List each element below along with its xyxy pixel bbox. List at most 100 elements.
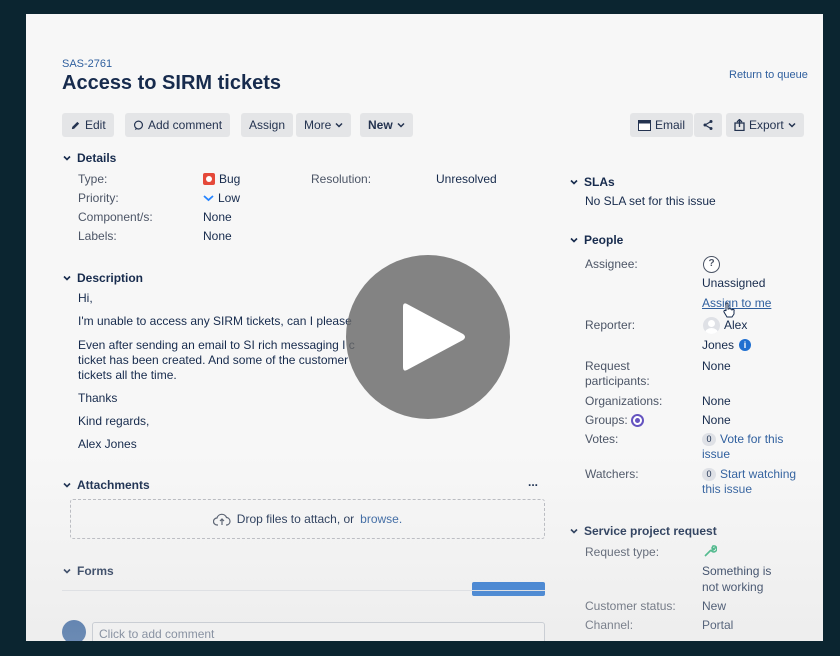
request-type-value-line1[interactable]: Something is — [702, 564, 771, 578]
reporter-avatar — [703, 317, 720, 334]
chevron-down-icon — [63, 568, 71, 574]
priority-low-icon — [203, 195, 214, 202]
chevron-down-icon — [570, 528, 578, 534]
edit-button[interactable]: Edit — [62, 113, 114, 137]
email-button[interactable]: Email — [630, 113, 694, 137]
description-line: Kind regards, — [78, 414, 150, 428]
export-button[interactable]: Export — [726, 113, 804, 137]
participants-label-line2: participants: — [585, 374, 650, 388]
start-watching-link-continued[interactable]: this issue — [702, 482, 752, 496]
chevron-down-icon — [570, 237, 578, 243]
forms-toggle[interactable]: Forms — [63, 564, 114, 578]
issue-view: SAS-2761 Access to SIRM tickets Return t… — [26, 14, 823, 641]
votes-row: 0 Vote for this — [702, 432, 783, 447]
unassigned-avatar-icon: ? — [703, 256, 720, 273]
description-line: Alex Jones — [78, 437, 137, 451]
pencil-icon — [71, 121, 80, 129]
add-comment-button[interactable]: Add comment — [125, 113, 231, 137]
priority-label: Priority: — [78, 191, 119, 205]
organizations-value[interactable]: None — [702, 394, 731, 408]
more-label: More — [304, 118, 332, 132]
watchers-row: 0 Start watching — [702, 467, 796, 482]
comment-icon — [133, 120, 144, 130]
participants-label-line1: Request — [585, 359, 630, 373]
resolution-value: Unresolved — [436, 172, 497, 186]
chevron-down-icon — [570, 179, 578, 185]
forms-heading: Forms — [77, 564, 114, 578]
browse-link[interactable]: browse. — [360, 512, 402, 526]
edit-label: Edit — [85, 118, 106, 132]
vote-link-continued[interactable]: issue — [702, 447, 730, 461]
issue-key[interactable]: SAS-2761 — [62, 58, 112, 70]
components-label: Component/s: — [78, 210, 153, 224]
type-label: Type: — [78, 172, 108, 186]
description-heading: Description — [77, 271, 144, 285]
description-line: Even after sending an email to SI rich m… — [78, 338, 355, 352]
vote-link[interactable]: Vote for this — [720, 432, 783, 446]
people-toggle[interactable]: People — [570, 233, 623, 247]
share-icon — [703, 120, 713, 130]
assignee-label: Assignee: — [585, 257, 638, 271]
reporter-label: Reporter: — [585, 318, 636, 332]
export-label: Export — [749, 118, 784, 132]
add-comment-label: Add comment — [148, 118, 223, 132]
request-type-value-line2[interactable]: not working — [702, 580, 763, 594]
export-icon — [734, 119, 745, 131]
more-button[interactable]: More — [296, 113, 352, 137]
organizations-label: Organizations: — [585, 394, 663, 408]
chevron-down-icon — [397, 122, 405, 128]
slas-toggle[interactable]: SLAs — [570, 175, 615, 189]
assign-to-me-link[interactable]: Assign to me — [702, 296, 771, 310]
sla-text: No SLA set for this issue — [585, 194, 716, 208]
reporter-last-name: Jones — [702, 338, 735, 352]
labels-value[interactable]: None — [203, 229, 232, 243]
start-watching-link[interactable]: Start watching — [720, 467, 796, 481]
attachments-heading: Attachments — [77, 478, 150, 492]
request-type-label: Request type: — [585, 545, 660, 559]
chevron-down-icon — [788, 122, 796, 128]
chevron-down-icon — [63, 482, 71, 488]
new-status-button[interactable]: New — [360, 113, 413, 137]
description-line: Thanks — [78, 391, 118, 405]
components-value[interactable]: None — [203, 210, 232, 224]
priority-field[interactable]: Low — [203, 191, 240, 205]
attachments-more-button[interactable]: ... — [528, 475, 538, 489]
info-icon[interactable]: i — [739, 339, 752, 351]
channel-value: Portal — [702, 618, 734, 632]
assignee-value[interactable]: Unassigned — [702, 276, 765, 290]
add-comment-input[interactable]: Click to add comment — [92, 622, 545, 641]
priority-value: Low — [218, 191, 241, 205]
resolution-label: Resolution: — [311, 172, 372, 186]
groups-value[interactable]: None — [702, 413, 731, 427]
chevron-down-icon — [63, 155, 71, 161]
labels-label: Labels: — [78, 229, 117, 243]
groups-icon — [630, 413, 644, 427]
issue-title: Access to SIRM tickets — [62, 72, 281, 94]
details-toggle[interactable]: Details — [63, 151, 116, 165]
reporter-last-row[interactable]: Jones i — [702, 338, 752, 352]
share-button[interactable] — [694, 113, 722, 137]
watchers-count: 0 — [702, 468, 716, 482]
hand-cursor-icon — [723, 302, 735, 318]
groups-label: Groups: — [585, 413, 628, 427]
wrench-icon — [704, 545, 717, 557]
customer-status-label: Customer status: — [585, 599, 676, 613]
description-toggle[interactable]: Description — [63, 271, 143, 285]
attachments-toggle[interactable]: Attachments — [63, 478, 150, 492]
divider — [62, 590, 545, 591]
assign-label: Assign — [249, 118, 286, 132]
watchers-label: Watchers: — [585, 467, 639, 481]
assign-button[interactable]: Assign — [241, 113, 294, 137]
description-line: I'm unable to access any SIRM tickets, c… — [78, 314, 352, 328]
add-form-button[interactable] — [472, 582, 545, 596]
service-request-toggle[interactable]: Service project request — [570, 524, 717, 538]
type-field[interactable]: Bug — [203, 172, 240, 186]
reporter-first-name[interactable]: Alex — [724, 318, 747, 332]
video-play-button[interactable] — [346, 255, 510, 419]
type-value: Bug — [219, 172, 241, 186]
return-to-queue-link[interactable]: Return to queue — [729, 69, 808, 81]
participants-value[interactable]: None — [702, 359, 731, 373]
description-line: ticket has been created. And some of the… — [78, 353, 349, 367]
customer-status-value: New — [702, 599, 727, 613]
attachment-dropzone[interactable]: Drop files to attach, or browse. — [70, 499, 545, 539]
